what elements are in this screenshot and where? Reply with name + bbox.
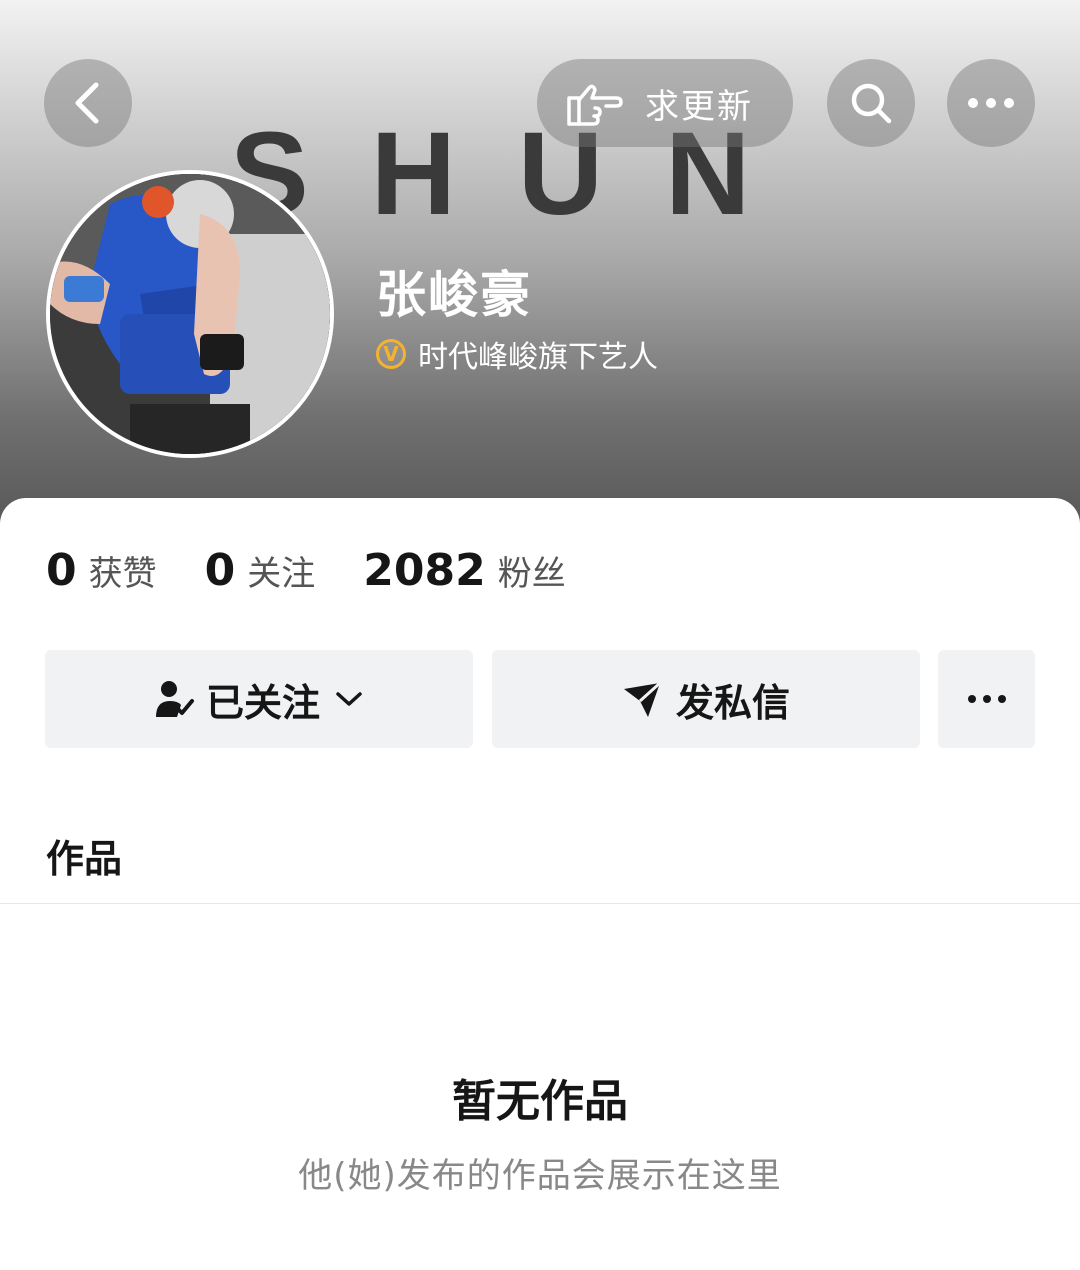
stat-fans-label: 粉丝 xyxy=(497,554,566,594)
more-button[interactable] xyxy=(947,59,1035,147)
avatar-photo xyxy=(50,174,330,454)
verified-row: V 时代峰峻旗下艺人 xyxy=(376,332,658,376)
stat-fans[interactable]: 2082 粉丝 xyxy=(363,545,565,596)
tab-divider xyxy=(0,903,1080,904)
followed-button[interactable]: 已关注 xyxy=(45,650,473,748)
chevron-down-icon xyxy=(336,692,362,706)
more-dots-icon xyxy=(967,695,1006,703)
stat-following-label: 关注 xyxy=(247,554,316,594)
stat-likes-value: 0 xyxy=(46,545,77,596)
verified-label: 时代峰峻旗下艺人 xyxy=(418,340,658,375)
stat-following[interactable]: 0 关注 xyxy=(205,545,316,596)
profile-header: SHUN 求更新 张峻豪 V 时代峰峻旗下艺人 xyxy=(0,0,1080,540)
send-message-button[interactable]: 发私信 xyxy=(492,650,920,748)
followed-label: 已关注 xyxy=(205,680,320,725)
avatar[interactable] xyxy=(46,170,334,458)
pointing-hand-icon xyxy=(567,84,623,126)
back-button[interactable] xyxy=(44,59,132,147)
stat-likes-label: 获赞 xyxy=(88,554,157,594)
search-icon xyxy=(851,83,892,124)
stat-likes[interactable]: 0 获赞 xyxy=(46,545,157,596)
empty-state-title: 暂无作品 xyxy=(452,1076,628,1127)
stat-following-value: 0 xyxy=(204,545,236,596)
more-actions-button[interactable] xyxy=(938,650,1035,748)
send-icon xyxy=(623,681,661,717)
user-check-icon xyxy=(155,681,194,717)
search-button[interactable] xyxy=(827,59,915,147)
chevron-left-icon xyxy=(75,82,99,124)
more-dots-icon xyxy=(968,98,1014,108)
request-update-button[interactable]: 求更新 xyxy=(537,59,793,147)
verified-icon: V xyxy=(376,339,406,369)
empty-state-subtitle: 他(她)发布的作品会展示在这里 xyxy=(298,1156,782,1196)
tab-works[interactable]: 作品 xyxy=(46,828,122,883)
profile-name: 张峻豪 xyxy=(376,266,532,324)
stat-fans-value: 2082 xyxy=(363,545,486,596)
stats-row: 0 获赞 0 关注 2082 粉丝 xyxy=(46,545,614,596)
request-update-label: 求更新 xyxy=(645,86,753,127)
send-message-label: 发私信 xyxy=(675,680,790,725)
